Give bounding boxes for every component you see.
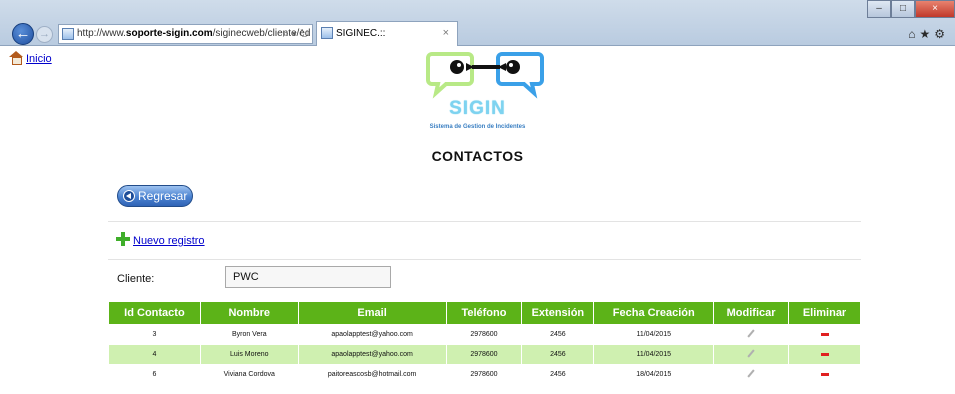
url-host: soporte-sigin.com [125, 28, 213, 39]
column-header[interactable]: Teléfono [445, 301, 523, 325]
cell-modificar [713, 344, 790, 365]
cell-id: 4 [108, 344, 201, 365]
address-actions[interactable]: ⌕ ▾ ↻ [283, 25, 309, 43]
cell-telefono: 2978600 [445, 364, 523, 385]
back-button-label: Regresar [138, 189, 188, 203]
table-row: 3 Byron Vera apaolapptest@yahoo.com 2978… [108, 324, 861, 345]
cell-nombre: Byron Vera [199, 324, 299, 345]
home-label: Inicio [26, 53, 52, 65]
logo-subtitle: Sistema de Gestion de Incidentes [429, 124, 526, 130]
home-icon [9, 51, 23, 65]
delete-minus-icon[interactable] [820, 352, 829, 356]
forward-arrow-icon[interactable]: → [36, 26, 53, 43]
cell-extension: 2456 [521, 364, 595, 385]
cell-extension: 2456 [521, 324, 595, 345]
table-header-row: Id Contacto Nombre Email Teléfono Extens… [108, 301, 861, 325]
close-window-button[interactable]: × [915, 0, 955, 18]
home-link[interactable]: Inicio [9, 51, 52, 65]
toolbar-icons[interactable]: ⌂★⚙ [908, 27, 949, 41]
edit-pencil-icon[interactable] [747, 330, 755, 338]
column-header[interactable]: Id Contacto [108, 301, 201, 325]
cell-nombre: Viviana Cordova [199, 364, 299, 385]
maximize-button[interactable]: □ [891, 0, 915, 18]
plus-icon [116, 232, 130, 246]
cell-telefono: 2978600 [445, 324, 523, 345]
edit-pencil-icon[interactable] [747, 350, 755, 358]
tab-title: SIGINEC.:: [336, 28, 386, 39]
column-header: Modificar [713, 301, 790, 325]
tab-favicon-icon [321, 27, 333, 39]
delete-minus-icon[interactable] [820, 332, 829, 336]
back-button[interactable]: Regresar [117, 185, 193, 207]
address-bar[interactable]: http://www.soporte-sigin.com/siginecweb/… [58, 24, 313, 44]
table-row: 4 Luis Moreno apaolapptest@yahoo.com 297… [108, 344, 861, 365]
cell-eliminar [788, 344, 861, 365]
column-header[interactable]: Fecha Creación [593, 301, 715, 325]
client-label: Cliente: [117, 273, 155, 285]
page-title: CONTACTOS [431, 148, 524, 164]
new-record-label: Nuevo registro [133, 235, 205, 247]
cell-eliminar [788, 324, 861, 345]
new-record-link[interactable]: Nuevo registro [116, 232, 205, 247]
cell-modificar [713, 364, 790, 385]
cell-id: 6 [108, 364, 201, 385]
table-row: 6 Viviana Cordova paitoreascosb@hotmail.… [108, 364, 861, 385]
column-header: Eliminar [788, 301, 861, 325]
back-arrow-circle-icon [123, 190, 135, 202]
browser-tab[interactable]: SIGINEC.:: × [316, 21, 458, 46]
back-arrow-icon[interactable]: ← [12, 23, 34, 45]
divider [108, 221, 861, 222]
column-header[interactable]: Email [297, 301, 447, 325]
cell-nombre: Luis Moreno [199, 344, 299, 365]
client-field[interactable] [225, 266, 391, 288]
column-header[interactable]: Extensión [521, 301, 595, 325]
delete-minus-icon[interactable] [820, 372, 829, 376]
cell-modificar [713, 324, 790, 345]
divider [108, 259, 861, 260]
logo-title: SIGIN [449, 98, 506, 119]
cell-email: apaolapptest@yahoo.com [297, 324, 447, 345]
browser-chrome: ← → http://www.soporte-sigin.com/siginec… [0, 0, 955, 46]
cell-telefono: 2978600 [445, 344, 523, 365]
cell-email: apaolapptest@yahoo.com [297, 344, 447, 365]
tab-close-icon[interactable]: × [443, 22, 449, 45]
cell-email: paitoreascosb@hotmail.com [297, 364, 447, 385]
column-header[interactable]: Nombre [199, 301, 299, 325]
cell-fecha: 11/04/2015 [593, 344, 715, 365]
url-prefix: http://www. [77, 28, 126, 39]
edit-pencil-icon[interactable] [747, 370, 755, 378]
cell-fecha: 18/04/2015 [593, 364, 715, 385]
cell-eliminar [788, 364, 861, 385]
contacts-table: Id Contacto Nombre Email Teléfono Extens… [108, 301, 861, 385]
window-controls: – □ × [867, 0, 955, 19]
minimize-button[interactable]: – [867, 0, 891, 18]
cell-fecha: 11/04/2015 [593, 324, 715, 345]
page-favicon-icon [62, 28, 74, 40]
cell-extension: 2456 [521, 344, 595, 365]
cell-id: 3 [108, 324, 201, 345]
